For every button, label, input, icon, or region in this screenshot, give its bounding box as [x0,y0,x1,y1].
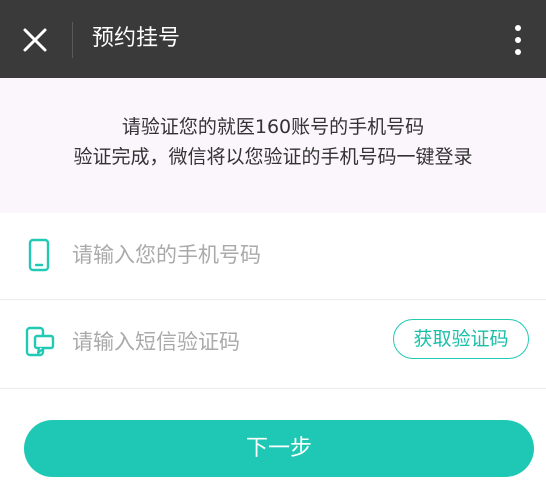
sms-code-row: 获取验证码 [0,300,546,389]
verification-notice: 请验证您的就医160账号的手机号码 验证完成，微信将以您验证的手机号码一键登录 [0,78,546,213]
sms-code-icon [24,325,55,359]
notice-line-2: 验证完成，微信将以您验证的手机号码一键登录 [73,146,473,168]
get-code-button[interactable]: 获取验证码 [393,319,529,359]
app-header: 预约挂号 [0,0,546,78]
phone-row [0,213,546,300]
phone-number-input[interactable] [72,239,372,271]
close-icon[interactable] [22,27,48,53]
sms-code-input[interactable] [72,326,372,358]
mobile-phone-icon [24,238,54,272]
more-vertical-icon[interactable] [509,22,527,58]
header-divider [72,22,73,58]
page-title: 预约挂号 [92,26,181,51]
next-step-button[interactable]: 下一步 [24,420,534,477]
notice-line-1: 请验证您的就医160账号的手机号码 [121,116,425,138]
